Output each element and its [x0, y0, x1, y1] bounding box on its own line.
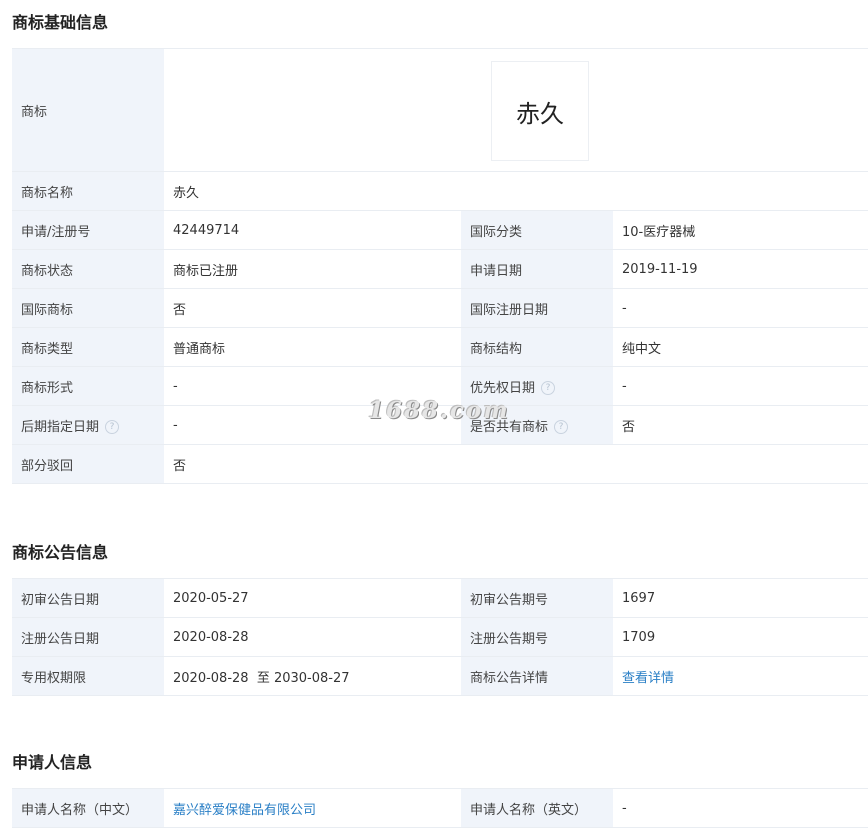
- prelim-issue-value: 1697: [613, 578, 868, 618]
- table-row: 商标名称 赤久: [12, 171, 868, 211]
- priority-date-cell: 优先权日期?: [461, 366, 613, 406]
- later-date-cell: 后期指定日期?: [12, 405, 164, 445]
- apply-date-value: 2019-11-19: [613, 249, 868, 289]
- logo-cell: 赤久: [164, 48, 868, 172]
- intl-mark-value: 否: [164, 288, 461, 328]
- intl-class-value: 10-医疗器械: [613, 210, 868, 250]
- name-value: 赤久: [164, 171, 868, 211]
- table-row: 部分驳回 否: [12, 444, 868, 484]
- name-cn-label: 申请人名称（中文）: [12, 788, 164, 828]
- form-label: 商标形式: [12, 366, 164, 406]
- partial-reject-value: 否: [164, 444, 868, 484]
- table-row: 专用权期限 2020-08-28 至 2030-08-27 商标公告详情 查看详…: [12, 656, 868, 696]
- type-value: 普通商标: [164, 327, 461, 367]
- later-date-label: 后期指定日期: [21, 419, 100, 435]
- basic-info-table: 商标 赤久 商标名称 赤久 申请/注册号 42449714 国际分类 10-医疗…: [12, 48, 868, 484]
- reg-no-label: 申请/注册号: [12, 210, 164, 250]
- help-icon[interactable]: ?: [541, 381, 556, 395]
- prelim-date-value: 2020-05-27: [164, 578, 461, 618]
- status-label: 商标状态: [12, 249, 164, 289]
- shared-value: 否: [613, 405, 868, 445]
- help-icon[interactable]: ?: [105, 420, 120, 434]
- view-detail-link[interactable]: 查看详情: [622, 671, 674, 686]
- logo-label: 商标: [12, 48, 164, 172]
- shared-cell: 是否共有商标?: [461, 405, 613, 445]
- trademark-logo-text: 赤久: [516, 99, 564, 128]
- table-row: 国际商标 否 国际注册日期 -: [12, 288, 868, 328]
- table-row: 初审公告日期 2020-05-27 初审公告期号 1697: [12, 578, 868, 618]
- section-title-basic: 商标基础信息: [12, 13, 109, 32]
- structure-value: 纯中文: [613, 327, 868, 367]
- table-row: 商标形式 - 优先权日期? -: [12, 366, 868, 406]
- priority-date-value: -: [613, 366, 868, 406]
- shared-label: 是否共有商标: [470, 419, 549, 435]
- name-en-value: -: [613, 788, 868, 828]
- table-row: 商标状态 商标已注册 申请日期 2019-11-19: [12, 249, 868, 289]
- apply-date-label: 申请日期: [461, 249, 613, 289]
- priority-date-label: 优先权日期: [470, 380, 536, 396]
- table-row: 商标 赤久: [12, 48, 868, 172]
- partial-reject-label: 部分驳回: [12, 444, 164, 484]
- table-row: 申请人名称（中文） 嘉兴醉爱保健品有限公司 申请人名称（英文） -: [12, 788, 868, 828]
- reg-date-label: 注册公告日期: [12, 617, 164, 657]
- name-cn-cell: 嘉兴醉爱保健品有限公司: [164, 788, 461, 828]
- intl-class-label: 国际分类: [461, 210, 613, 250]
- reg-issue-value: 1709: [613, 617, 868, 657]
- intl-mark-label: 国际商标: [12, 288, 164, 328]
- reg-no-value: 42449714: [164, 210, 461, 250]
- section-title-announce: 商标公告信息: [12, 543, 109, 562]
- exclusive-label: 专用权期限: [12, 656, 164, 696]
- name-label: 商标名称: [12, 171, 164, 211]
- trademark-logo: 赤久: [491, 61, 589, 161]
- applicant-name-link[interactable]: 嘉兴醉爱保健品有限公司: [173, 803, 316, 818]
- later-date-value: -: [164, 405, 461, 445]
- table-row: 后期指定日期? - 是否共有商标? 否: [12, 405, 868, 445]
- intl-reg-date-label: 国际注册日期: [461, 288, 613, 328]
- table-row: 商标类型 普通商标 商标结构 纯中文: [12, 327, 868, 367]
- name-en-label: 申请人名称（英文）: [461, 788, 613, 828]
- table-row: 注册公告日期 2020-08-28 注册公告期号 1709: [12, 617, 868, 657]
- type-label: 商标类型: [12, 327, 164, 367]
- form-value: -: [164, 366, 461, 406]
- detail-cell: 查看详情: [613, 656, 868, 696]
- detail-label: 商标公告详情: [461, 656, 613, 696]
- reg-date-value: 2020-08-28: [164, 617, 461, 657]
- exclusive-value: 2020-08-28 至 2030-08-27: [164, 656, 461, 696]
- reg-issue-label: 注册公告期号: [461, 617, 613, 657]
- table-row: 申请/注册号 42449714 国际分类 10-医疗器械: [12, 210, 868, 250]
- help-icon[interactable]: ?: [554, 420, 569, 434]
- intl-reg-date-value: -: [613, 288, 868, 328]
- announce-info-table: 初审公告日期 2020-05-27 初审公告期号 1697 注册公告日期 202…: [12, 578, 868, 696]
- structure-label: 商标结构: [461, 327, 613, 367]
- prelim-issue-label: 初审公告期号: [461, 578, 613, 618]
- section-title-applicant: 申请人信息: [12, 753, 93, 772]
- status-value: 商标已注册: [164, 249, 461, 289]
- prelim-date-label: 初审公告日期: [12, 578, 164, 618]
- applicant-info-table: 申请人名称（中文） 嘉兴醉爱保健品有限公司 申请人名称（英文） -: [12, 788, 868, 828]
